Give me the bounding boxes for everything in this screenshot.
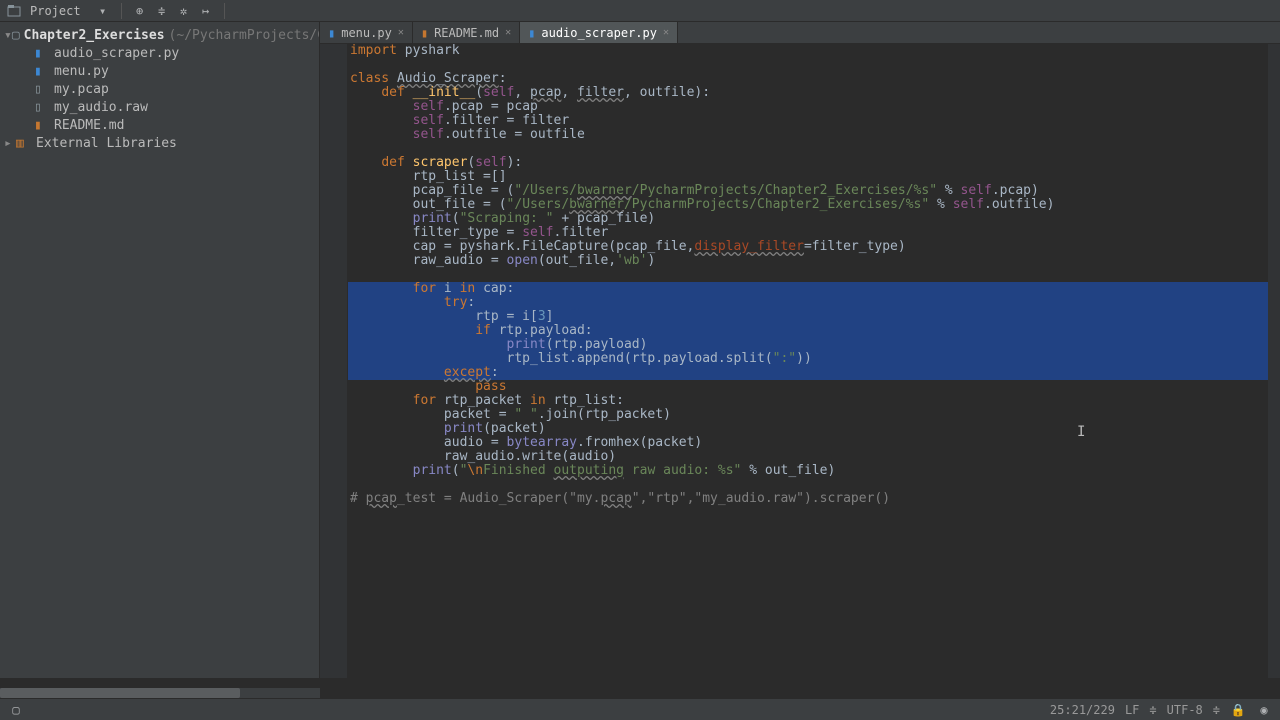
tab-menu-py[interactable]: ▮ menu.py ✕ (320, 22, 413, 43)
code-line[interactable]: # pcap_test = Audio_Scraper("my.pcap","r… (348, 492, 1268, 506)
code-line[interactable] (348, 478, 1268, 492)
file-icon: ▯ (34, 100, 50, 115)
code-line[interactable]: cap = pyshark.FileCapture(pcap_file,disp… (348, 240, 1268, 254)
code-line[interactable]: for i in cap: (348, 282, 1268, 296)
code-line[interactable]: out_file = ("/Users/bwarner/PycharmProje… (348, 198, 1268, 212)
code-line[interactable]: if rtp.payload: (348, 324, 1268, 338)
tree-item[interactable]: ▯my_audio.raw (0, 98, 319, 116)
sidebar-horizontal-scrollbar[interactable] (0, 688, 320, 698)
root-name: Chapter2_Exercises (24, 28, 165, 43)
code-line[interactable]: for rtp_packet in rtp_list: (348, 394, 1268, 408)
tree-root[interactable]: ▾ ▢ Chapter2_Exercises (~/PycharmProject… (0, 26, 319, 44)
close-icon[interactable]: ✕ (398, 27, 404, 38)
code-line[interactable]: print(rtp.payload) (348, 338, 1268, 352)
expand-icon[interactable]: ≑ (154, 3, 170, 19)
python-file-icon: ▮ (528, 26, 535, 40)
code-editor[interactable]: import pyshark class Audio_Scraper: def … (348, 44, 1268, 678)
code-line[interactable]: self.pcap = pcap (348, 100, 1268, 114)
project-tree: ▾ ▢ Chapter2_Exercises (~/PycharmProject… (0, 22, 320, 678)
code-line[interactable]: self.filter = filter (348, 114, 1268, 128)
code-line[interactable]: rtp = i[3] (348, 310, 1268, 324)
status-icon[interactable]: ▢ (8, 702, 24, 718)
python-file-icon: ▮ (328, 26, 335, 40)
library-icon: ▥ (16, 136, 32, 151)
python-file-icon: ▮ (34, 64, 50, 79)
code-line[interactable]: print(packet) (348, 422, 1268, 436)
line-separator[interactable]: LF (1125, 703, 1139, 717)
project-toolbar: Project ▾ ⊕ ≑ ✲ ↦ (0, 0, 1280, 22)
code-line[interactable] (348, 268, 1268, 282)
lock-icon[interactable]: 🔒 (1230, 702, 1246, 718)
markdown-file-icon: ▮ (421, 26, 428, 40)
code-line[interactable]: def scraper(self): (348, 156, 1268, 170)
status-bar: ▢ 25:21/229 LF ≑ UTF-8 ≑ 🔒 ◉ (0, 698, 1280, 720)
python-file-icon: ▮ (34, 46, 50, 61)
close-icon[interactable]: ✕ (663, 27, 669, 38)
text-caret-icon: 𝙸 (1077, 424, 1085, 440)
caret-position: 25:21/229 (1050, 703, 1115, 717)
tab-audio-scraper-py[interactable]: ▮ audio_scraper.py ✕ (520, 22, 678, 43)
code-line[interactable]: audio = bytearray.fromhex(packet) (348, 436, 1268, 450)
tree-item[interactable]: ▯my.pcap (0, 80, 319, 98)
code-line[interactable]: raw_audio.write(audio) (348, 450, 1268, 464)
code-line[interactable]: raw_audio = open(out_file,'wb') (348, 254, 1268, 268)
code-line[interactable]: self.outfile = outfile (348, 128, 1268, 142)
tree-external-libs[interactable]: ▸ ▥ External Libraries (0, 134, 319, 152)
code-line[interactable]: import pyshark (348, 44, 1268, 58)
code-line[interactable] (348, 58, 1268, 72)
code-line[interactable]: def __init__(self, pcap, filter, outfile… (348, 86, 1268, 100)
code-line[interactable]: rtp_list.append(rtp.payload.split(":")) (348, 352, 1268, 366)
tree-item[interactable]: ▮audio_scraper.py (0, 44, 319, 62)
code-line[interactable]: pcap_file = ("/Users/bwarner/PycharmProj… (348, 184, 1268, 198)
hide-icon[interactable]: ↦ (198, 3, 214, 19)
code-line[interactable]: print("\nFinished outputing raw audio: %… (348, 464, 1268, 478)
inspector-icon[interactable]: ◉ (1256, 702, 1272, 718)
code-line[interactable]: pass (348, 380, 1268, 394)
code-line[interactable]: packet = " ".join(rtp_packet) (348, 408, 1268, 422)
file-encoding[interactable]: UTF-8 (1167, 703, 1203, 717)
code-line[interactable]: print("Scraping: " + pcap_file) (348, 212, 1268, 226)
chevron-down-icon[interactable]: ▾ (95, 3, 111, 19)
code-line[interactable]: except: (348, 366, 1268, 380)
root-path: (~/PycharmProjects/Chapter2_E (169, 28, 320, 43)
code-line[interactable] (348, 142, 1268, 156)
tree-item[interactable]: ▮README.md (0, 116, 319, 134)
scrollbar-thumb[interactable] (0, 688, 240, 698)
close-icon[interactable]: ✕ (505, 27, 511, 38)
tab-readme-md[interactable]: ▮ README.md ✕ (413, 22, 520, 43)
gear-icon[interactable]: ✲ (176, 3, 192, 19)
collapse-icon[interactable]: ⊕ (132, 3, 148, 19)
project-icon[interactable] (6, 3, 22, 19)
folder-icon: ▢ (12, 28, 20, 43)
code-line[interactable]: rtp_list =[] (348, 170, 1268, 184)
code-line[interactable]: filter_type = self.filter (348, 226, 1268, 240)
code-line[interactable]: try: (348, 296, 1268, 310)
toolbar-project-label: Project (30, 4, 81, 18)
tree-item[interactable]: ▮menu.py (0, 62, 319, 80)
file-icon: ▯ (34, 82, 50, 97)
editor-tabs: ▮ menu.py ✕ ▮ README.md ✕ ▮ audio_scrape… (320, 22, 1280, 44)
editor-error-stripe[interactable] (1268, 44, 1280, 678)
code-line[interactable]: class Audio_Scraper: (348, 72, 1268, 86)
editor-gutter[interactable] (320, 44, 348, 678)
markdown-file-icon: ▮ (34, 118, 50, 133)
